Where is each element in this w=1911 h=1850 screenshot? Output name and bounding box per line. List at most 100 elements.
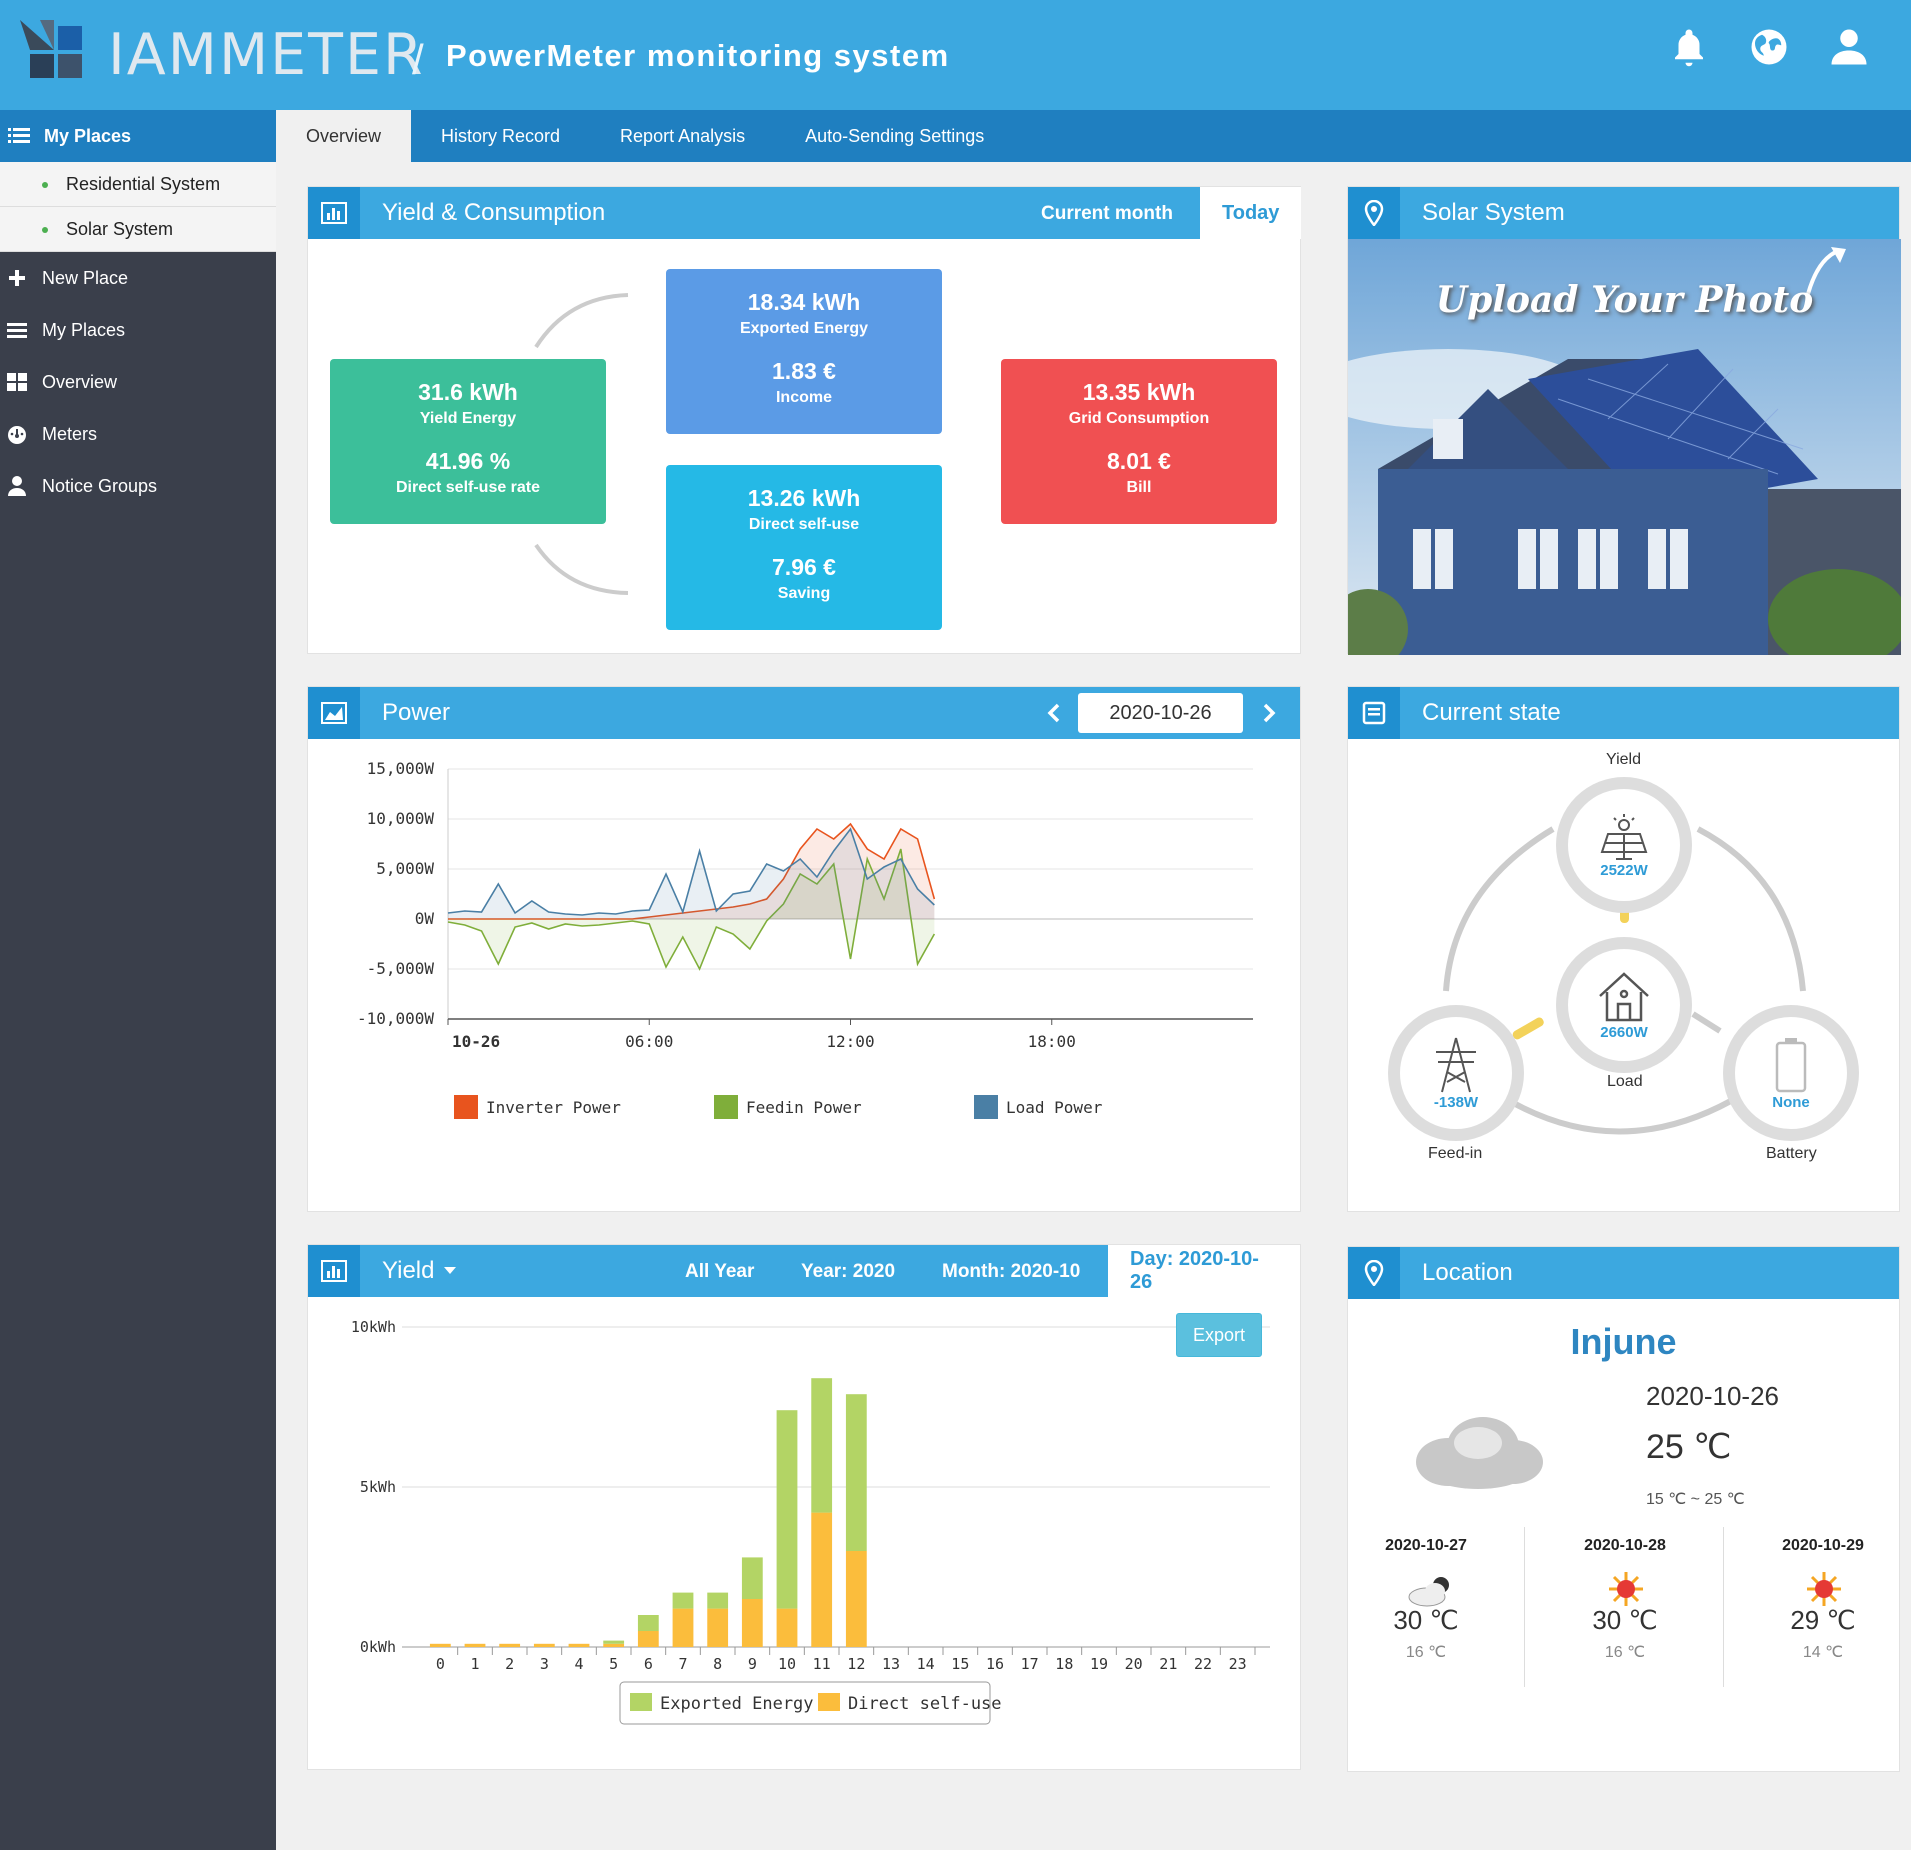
tab-overview[interactable]: Overview [276, 110, 412, 162]
bar-direct-self-use [464, 1643, 486, 1647]
user-icon [8, 476, 26, 496]
city-name: Injune [1570, 1321, 1677, 1362]
bar-exported-energy [741, 1557, 763, 1599]
chevron-right-icon[interactable] [1261, 702, 1277, 724]
app-title: PowerMeter monitoring system [446, 38, 950, 73]
bar-direct-self-use [637, 1631, 659, 1647]
list-icon [7, 323, 27, 338]
y-tick-label: 0W [415, 909, 435, 928]
bar-direct-self-use [707, 1608, 729, 1647]
x-tick-label: 14 [917, 1655, 935, 1673]
grid-value: 13.35 kWh [1082, 379, 1196, 405]
globe-icon[interactable] [1748, 26, 1790, 68]
sidebar-item-label: Notice Groups [42, 475, 158, 496]
y-tick-label: -5,000W [367, 959, 435, 978]
yield-watts: 2522W [1600, 861, 1648, 879]
x-tick-label: 1 [470, 1655, 479, 1673]
user-account-icon[interactable] [1828, 26, 1870, 68]
sidebar-place-solar[interactable]: Solar System [0, 207, 276, 252]
sidebar-item-new-place[interactable]: New Place [0, 252, 276, 304]
legend-swatch [818, 1693, 840, 1711]
direct-self-use-card: 13.26 kWh Direct self-use 7.96 € Saving [666, 465, 942, 630]
bar-direct-self-use [499, 1643, 521, 1647]
period-month[interactable]: Month: 2020-10 [942, 1261, 1080, 1283]
battery-watts: None [1772, 1093, 1810, 1111]
bar-direct-self-use [429, 1643, 451, 1647]
current-state-panel: Current state Yield 2522W 2660W Load -13… [1347, 686, 1900, 1212]
grid-icon [7, 373, 27, 391]
bar-exported-energy [776, 1410, 798, 1609]
caret-down-icon[interactable] [444, 1267, 457, 1275]
upload-photo-area[interactable]: Upload Your Photo [1348, 239, 1901, 655]
self-use-rate-label: Direct self-use rate [395, 479, 541, 496]
date-picker[interactable]: 2020-10-26 [1078, 693, 1243, 733]
solar-system-panel: Solar System Upload Your Photo [1347, 186, 1901, 655]
sun-icon [1807, 1572, 1841, 1606]
period-day[interactable]: Day: 2020-10-26 [1108, 1245, 1300, 1297]
chevron-left-icon[interactable] [1046, 702, 1062, 724]
sidebar-section-my-places[interactable]: My Places [0, 110, 276, 162]
tab-report-analysis[interactable]: Report Analysis [590, 110, 775, 162]
yield-dropdown[interactable]: Yield [382, 1257, 434, 1285]
x-tick-label: 18:00 [1028, 1032, 1076, 1051]
upload-photo-text[interactable]: Upload Your Photo [1348, 279, 1901, 321]
bar-direct-self-use [741, 1599, 763, 1647]
legend-swatch [714, 1095, 738, 1119]
x-tick-label: 19 [1090, 1655, 1108, 1673]
battery-node[interactable]: None [1723, 1005, 1859, 1141]
sidebar-item-label: New Place [42, 267, 129, 288]
sidebar-item-my-places[interactable]: My Places [0, 304, 276, 356]
load-node[interactable]: 2660W [1556, 937, 1692, 1073]
period-all-year[interactable]: All Year [685, 1261, 754, 1283]
sun-icon [1609, 1572, 1643, 1606]
legend-swatch [454, 1095, 478, 1119]
forecast-high: 30 ℃ [1592, 1605, 1658, 1635]
sidebar-place-residential[interactable]: Residential System [0, 162, 276, 207]
yield-panel: Yield All Year Year: 2020 Month: 2020-10… [307, 1244, 1301, 1770]
yield-chart[interactable]: 10kWh5kWh0kWh0 1 2 3 4 5 6 7 8 9 10 11 12 13 14 15 16 17 1… [308, 1297, 1302, 1771]
period-year[interactable]: Year: 2020 [801, 1261, 895, 1283]
forecast-date: 2020-10-29 [1782, 1537, 1864, 1554]
load-label: Load [1607, 1073, 1643, 1090]
y-tick-label: 5,000W [376, 859, 434, 878]
period-today[interactable]: Today [1200, 187, 1302, 239]
main-tabs: Overview History Record Report Analysis … [276, 110, 1911, 162]
bill-label: Bill [1126, 479, 1152, 496]
forecast-date: 2020-10-28 [1584, 1537, 1666, 1554]
tab-auto-sending-settings[interactable]: Auto-Sending Settings [775, 110, 1014, 162]
power-panel: Power 2020-10-26 15,000W 10,000W 5,000W 0W -… [307, 686, 1301, 1212]
period-current-month[interactable]: Current month [1041, 203, 1173, 225]
x-tick-label: 13 [882, 1655, 900, 1673]
dashboard-icon [8, 426, 26, 444]
bar-direct-self-use [533, 1643, 555, 1647]
export-button[interactable]: Export [1176, 1313, 1262, 1357]
feedin-node[interactable]: -138W [1388, 1005, 1524, 1141]
x-tick-label: 10-26 [452, 1032, 500, 1051]
sidebar-item-overview[interactable]: Overview [0, 356, 276, 408]
tab-history-record[interactable]: History Record [411, 110, 590, 162]
x-tick-label: 12:00 [826, 1032, 874, 1051]
x-tick-label: 21 [1159, 1655, 1177, 1673]
bar-exported-energy [603, 1640, 625, 1644]
yield-node[interactable]: 2522W [1556, 777, 1692, 913]
power-chart[interactable]: 15,000W 10,000W 5,000W 0W -5,000W -10,000W 10-… [308, 739, 1302, 1213]
income-value: 1.83 € [772, 358, 836, 384]
brand-name[interactable]: IAMMETER [108, 22, 425, 88]
x-tick-label: 3 [540, 1655, 549, 1673]
sidebar-item-label: Overview [42, 371, 118, 392]
legend-label: Load Power [1006, 1098, 1103, 1117]
yield-consumption-panel: Yield & Consumption Current month Today … [307, 186, 1302, 654]
place-label: Solar System [66, 218, 174, 239]
forecast-day: 2020-10-27 30 ℃ 16 ℃ [1327, 1537, 1525, 1662]
forecast-date: 2020-10-27 [1385, 1537, 1467, 1554]
panel-header: Solar System [1348, 187, 1899, 239]
sidebar-item-notice-groups[interactable]: Notice Groups [0, 460, 276, 512]
sidebar-item-meters[interactable]: Meters [0, 408, 276, 460]
forecast-low: 14 ℃ [1802, 1644, 1844, 1661]
panel-title: Current state [1422, 699, 1561, 726]
y-tick-label: 5kWh [360, 1478, 396, 1496]
forecast-day: 2020-10-29 29 ℃ 14 ℃ [1724, 1537, 1911, 1662]
sidebar-item-label: My Places [42, 319, 126, 340]
power-tower-icon [1436, 1037, 1476, 1092]
bell-icon[interactable] [1668, 26, 1710, 68]
